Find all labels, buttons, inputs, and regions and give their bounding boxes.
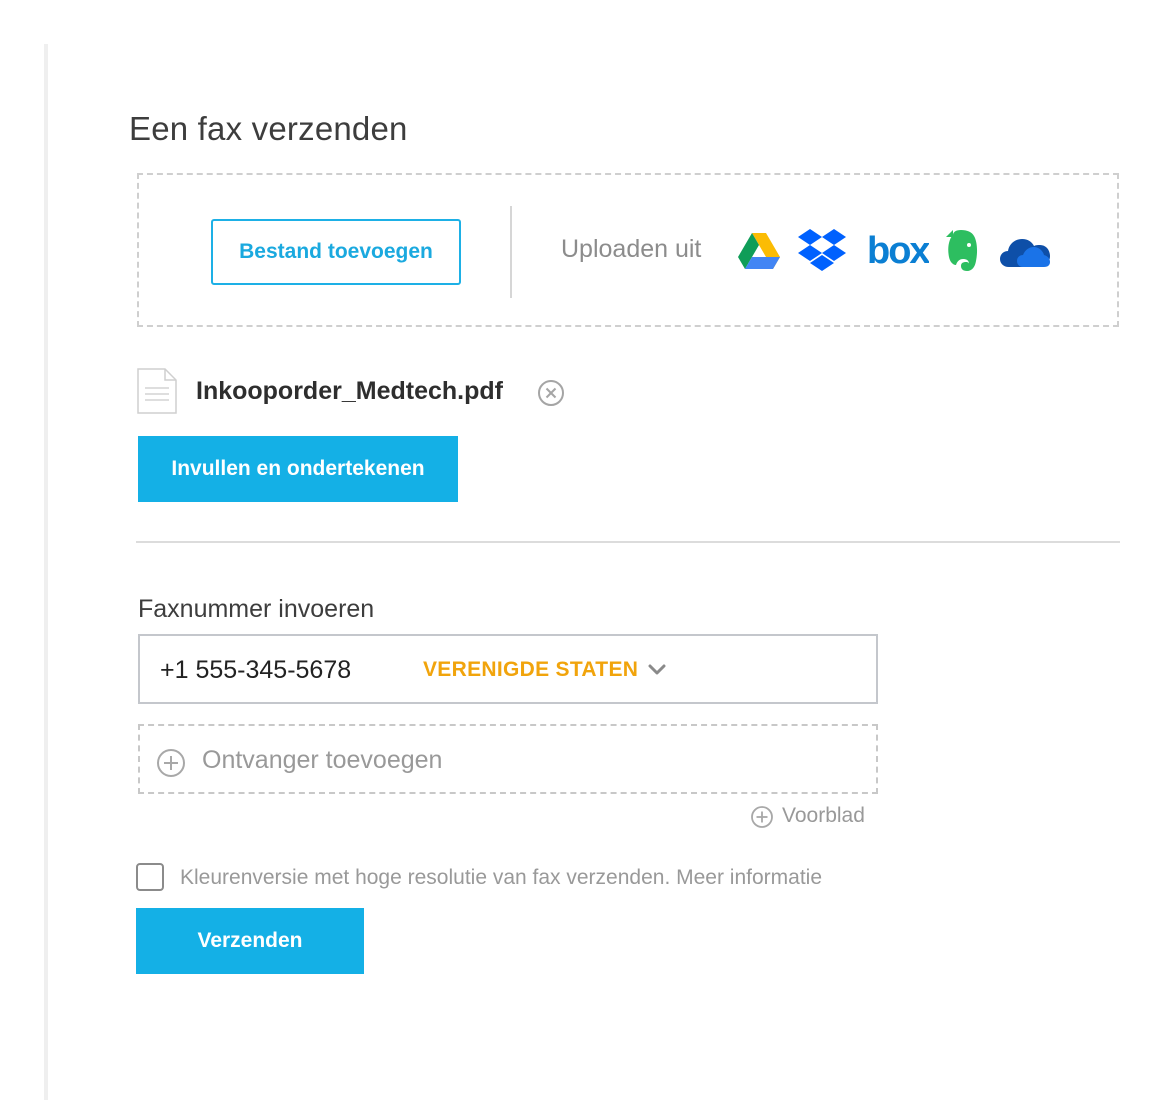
remove-file-icon[interactable] <box>537 379 565 407</box>
add-recipient-label: Ontvanger toevoegen <box>202 746 443 774</box>
cover-page-label: Voorblad <box>782 804 865 827</box>
add-recipient-button[interactable]: Ontvanger toevoegen <box>138 724 878 794</box>
fax-number-field[interactable]: VERENIGDE STATEN <box>138 634 878 704</box>
plus-circle-icon <box>157 749 185 777</box>
attached-file: Inkooporder_Medtech.pdf <box>137 366 737 416</box>
document-icon <box>137 368 177 414</box>
onedrive-icon[interactable] <box>999 235 1051 269</box>
fax-number-label: Faxnummer invoeren <box>138 595 375 623</box>
hires-checkbox[interactable] <box>136 863 164 891</box>
google-drive-icon[interactable] <box>737 231 781 271</box>
send-button[interactable]: Verzenden <box>136 908 364 974</box>
left-border <box>44 44 48 1100</box>
section-divider <box>136 541 1120 543</box>
page-title: Een fax verzenden <box>129 110 408 147</box>
country-select[interactable]: VERENIGDE STATEN <box>423 658 666 682</box>
box-icon[interactable]: box <box>867 231 929 267</box>
upload-from-label: Uploaden uit <box>561 235 702 263</box>
fill-and-sign-button[interactable]: Invullen en ondertekenen <box>138 436 458 502</box>
hires-label-text: Kleurenversie met hoge resolutie van fax… <box>180 866 671 889</box>
evernote-icon[interactable] <box>945 229 981 273</box>
hires-option: Kleurenversie met hoge resolutie van fax… <box>136 863 936 893</box>
box-wordmark: box <box>867 231 929 267</box>
fax-number-input[interactable] <box>160 656 390 685</box>
cover-page-button[interactable]: Voorblad <box>750 804 878 830</box>
file-name: Inkooporder_Medtech.pdf <box>196 377 503 405</box>
hires-option-label: Kleurenversie met hoge resolutie van fax… <box>180 866 822 890</box>
chevron-down-icon <box>648 664 666 675</box>
more-info-link[interactable]: Meer informatie <box>676 866 822 889</box>
upload-dropzone[interactable]: Bestand toevoegen Uploaden uit box <box>137 173 1119 327</box>
plus-circle-icon <box>751 806 773 828</box>
add-file-button[interactable]: Bestand toevoegen <box>211 219 461 285</box>
country-value: VERENIGDE STATEN <box>423 658 639 681</box>
upload-divider <box>510 206 512 298</box>
dropbox-icon[interactable] <box>798 229 846 271</box>
